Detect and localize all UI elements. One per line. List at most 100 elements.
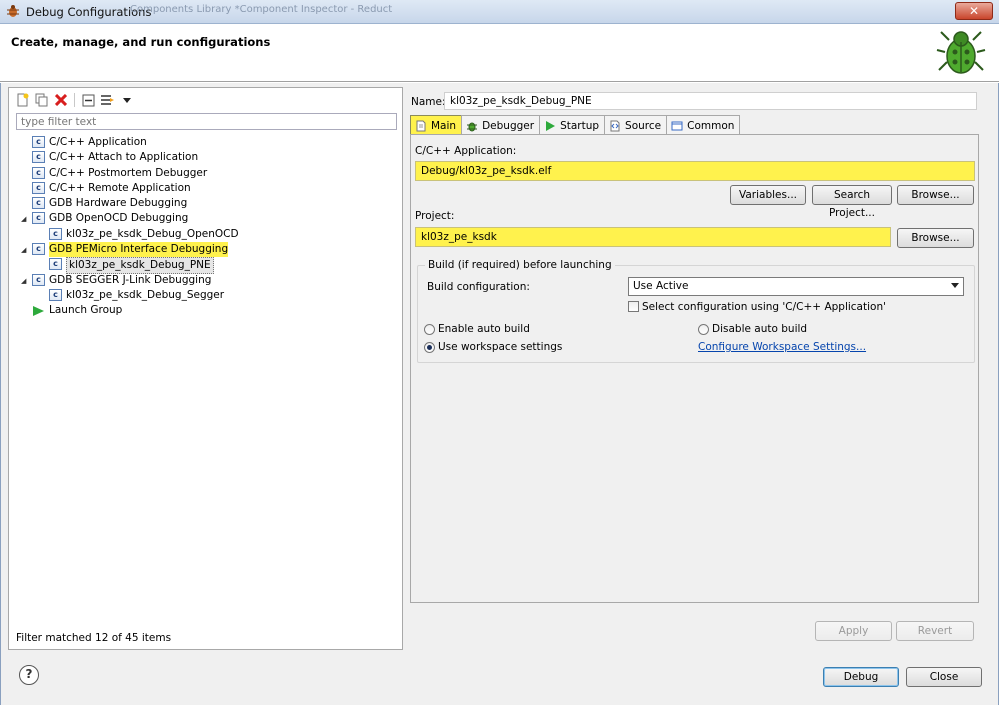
c-config-icon: c [32, 243, 45, 256]
c-config-icon: c [32, 273, 45, 286]
debug-configurations-icon [7, 5, 19, 17]
chevron-down-icon [951, 283, 959, 288]
tree-item-label: kl03z_pe_ksdk_Debug_Segger [66, 288, 225, 301]
filter-status-text: Filter matched 12 of 45 items [16, 632, 172, 644]
window-title-bar[interactable]: Debug Configurations Components Library … [0, 0, 999, 24]
main-tab-icon [416, 120, 426, 132]
source-tab-icon [610, 120, 620, 132]
tab-common[interactable]: Common [666, 115, 741, 134]
disable-auto-build-label: Disable auto build [712, 323, 808, 335]
c-config-icon: c [32, 197, 45, 210]
startup-tab-icon [546, 121, 556, 131]
tab-debugger-label: Debugger [482, 120, 535, 132]
duplicate-button[interactable] [34, 93, 49, 108]
use-workspace-settings-label: Use workspace settings [438, 341, 563, 353]
tree-item-label: C/C++ Remote Application [49, 181, 191, 194]
build-configuration-label: Build configuration: [427, 281, 530, 293]
tree-item-label: C/C++ Attach to Application [49, 151, 199, 164]
build-group-title: Build (if required) before launching [425, 259, 615, 271]
tree-item[interactable]: c kl03z_pe_ksdk_Debug_OpenOCD [21, 227, 397, 242]
tree-item-label: GDB SEGGER J-Link Debugging [49, 273, 212, 286]
tree-item[interactable]: c GDB Hardware Debugging [21, 196, 397, 211]
search-project-button[interactable]: Search Project... [812, 185, 892, 219]
tree-item-label: kl03z_pe_ksdk_Debug_OpenOCD [66, 227, 239, 240]
c-config-icon: c [32, 166, 45, 179]
tree-item-label: GDB Hardware Debugging [49, 197, 188, 210]
dialog-title: Create, manage, and run configurations [11, 35, 271, 49]
window-close-button[interactable]: ✕ [955, 2, 993, 20]
enable-auto-build-label: Enable auto build [438, 323, 530, 335]
tree-item[interactable]: ◢ c GDB SEGGER J-Link Debugging [21, 273, 397, 288]
browse-project-button[interactable]: Browse... [897, 228, 974, 248]
background-editor-tabs: Components Library *Component Inspector … [130, 4, 393, 15]
c-application-field[interactable]: Debug/kl03z_pe_ksdk.elf [415, 161, 975, 181]
build-configuration-value: Use Active [633, 280, 689, 292]
duplicate-icon [35, 93, 47, 107]
configuration-editor-panel: Name: kl03z_pe_ksdk_Debug_PNE Main Debug… [408, 87, 981, 604]
tree-item[interactable]: c kl03z_pe_ksdk_Debug_Segger [21, 288, 397, 303]
revert-button[interactable]: Revert [896, 621, 974, 641]
tree-item-label: GDB PEMicro Interface Debugging [49, 242, 229, 258]
tab-main-label: Main [431, 120, 457, 132]
expanded-twisty-icon[interactable]: ◢ [21, 277, 29, 285]
c-application-label: C/C++ Application: [415, 145, 517, 157]
apply-button[interactable]: Apply [815, 621, 892, 641]
name-label: Name: [411, 96, 446, 108]
project-field[interactable]: kl03z_pe_ksdk [415, 227, 891, 247]
tree-item-label: C/C++ Postmortem Debugger [49, 166, 208, 179]
configuration-tree-panel: c C/C++ Application c C/C++ Attach to Appli… [8, 87, 403, 650]
disable-auto-build-radio[interactable] [698, 324, 709, 335]
filter-menu-dropdown[interactable] [119, 93, 134, 108]
launch-group-icon [33, 306, 44, 317]
c-config-icon: c [32, 212, 45, 225]
tab-source[interactable]: Source [604, 115, 668, 134]
filter-button[interactable] [100, 93, 115, 108]
delete-icon [54, 94, 67, 106]
close-button[interactable]: Close [906, 667, 982, 687]
tab-debugger[interactable]: Debugger [461, 115, 541, 134]
expanded-twisty-icon[interactable]: ◢ [21, 215, 29, 223]
tree-toolbar [15, 91, 134, 109]
build-before-launch-group: Build (if required) before launching Bui… [417, 259, 975, 363]
tree-item[interactable]: Launch Group [21, 303, 397, 318]
help-icon: ? [25, 667, 33, 681]
c-config-icon: c [49, 227, 62, 240]
tab-main[interactable]: Main [410, 115, 463, 134]
help-button[interactable]: ? [19, 665, 39, 685]
tab-source-label: Source [625, 120, 662, 132]
enable-auto-build-radio[interactable] [424, 324, 435, 335]
use-workspace-settings-radio[interactable] [424, 342, 435, 353]
name-field[interactable]: kl03z_pe_ksdk_Debug_PNE [444, 92, 977, 110]
configure-workspace-settings-link[interactable]: Configure Workspace Settings... [698, 341, 866, 353]
tree-item[interactable]: c kl03z_pe_ksdk_Debug_PNE [21, 257, 397, 275]
dialog-header: Create, manage, and run configurations [0, 24, 999, 82]
debug-button[interactable]: Debug [823, 667, 899, 687]
bug-icon [936, 31, 986, 74]
configuration-tree: c C/C++ Application c C/C++ Attach to Appli… [21, 135, 397, 319]
tab-startup[interactable]: Startup [539, 115, 606, 134]
collapse-all-button[interactable] [81, 93, 96, 108]
tree-item[interactable]: c C/C++ Postmortem Debugger [21, 166, 397, 181]
tree-item-label: C/C++ Application [49, 136, 147, 148]
browse-application-button[interactable]: Browse... [897, 185, 974, 205]
expanded-twisty-icon[interactable]: ◢ [21, 246, 29, 254]
delete-button[interactable] [53, 93, 68, 108]
tree-item[interactable]: ◢ c GDB OpenOCD Debugging [21, 211, 397, 226]
variables-button[interactable]: Variables... [730, 185, 806, 205]
project-label: Project: [415, 210, 455, 222]
c-config-icon: c [49, 258, 62, 271]
c-config-icon: c [32, 136, 45, 148]
build-configuration-select[interactable]: Use Active [628, 277, 964, 296]
tree-item[interactable]: c C/C++ Application [21, 135, 397, 150]
new-configuration-button[interactable] [15, 93, 30, 108]
filter-input[interactable] [16, 113, 397, 130]
tree-item[interactable]: c C/C++ Attach to Application [21, 150, 397, 165]
tree-item-label: GDB OpenOCD Debugging [49, 212, 189, 225]
tree-item[interactable]: ◢ c GDB PEMicro Interface Debugging [21, 242, 397, 258]
select-config-checkbox[interactable] [628, 301, 639, 312]
collapse-all-icon [82, 94, 95, 106]
tree-item-label: Launch Group [49, 304, 123, 317]
tab-startup-label: Startup [560, 120, 600, 132]
tree-item[interactable]: c C/C++ Remote Application [21, 181, 397, 196]
c-config-icon: c [32, 181, 45, 194]
